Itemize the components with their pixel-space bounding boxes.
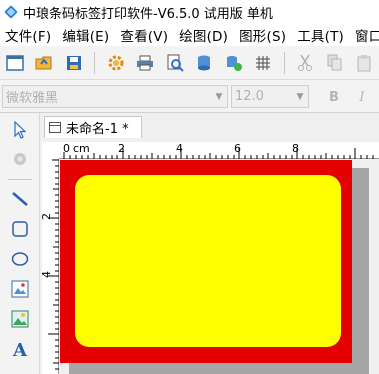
- save-icon[interactable]: [59, 50, 88, 76]
- document-icon: [49, 122, 61, 133]
- chevron-down-icon[interactable]: ▼: [292, 86, 308, 107]
- database-settings-icon[interactable]: [219, 50, 248, 76]
- italic-button[interactable]: I: [352, 87, 372, 107]
- toolbar-separator: [94, 51, 96, 74]
- database-icon[interactable]: [190, 50, 219, 76]
- ruler-corner: [42, 142, 59, 159]
- settings-gear-icon[interactable]: [101, 50, 130, 76]
- toolbar-separator: [283, 51, 285, 74]
- text-icon[interactable]: A: [7, 337, 33, 363]
- chevron-down-icon[interactable]: ▼: [211, 86, 227, 107]
- copy-icon[interactable]: [320, 50, 349, 76]
- menu-view[interactable]: 查看(V): [115, 25, 174, 45]
- ruler-unit: cm: [73, 142, 90, 155]
- title-bar: 中琅条码标签打印软件-V6.5.0 试用版 单机: [0, 0, 379, 24]
- menu-bar: 文件(F) 编辑(E) 查看(V) 绘图(D) 图形(S) 工具(T) 窗口: [0, 24, 379, 46]
- image-icon[interactable]: [7, 276, 33, 302]
- menu-window[interactable]: 窗口: [350, 25, 379, 45]
- print-preview-icon[interactable]: [160, 50, 189, 76]
- main-toolbar: [0, 46, 379, 80]
- line-icon[interactable]: [7, 186, 33, 212]
- rounded-rectangle-shape[interactable]: [75, 175, 341, 347]
- tools-separator: [8, 179, 32, 180]
- ruler-label-4: 4: [176, 142, 183, 155]
- picture-icon[interactable]: [7, 306, 33, 332]
- ruler-label-2: 2: [118, 142, 125, 155]
- menu-file[interactable]: 文件(F): [0, 25, 57, 45]
- ruler-label-8: 8: [292, 142, 299, 155]
- window-title: 中琅条码标签打印软件-V6.5.0 试用版 单机: [23, 6, 273, 22]
- ruler-label-left-4: 4: [40, 271, 53, 278]
- open-icon[interactable]: [29, 50, 58, 76]
- cut-icon[interactable]: [291, 50, 320, 76]
- font-family-select[interactable]: 微软雅黑 ▼: [2, 85, 228, 108]
- ellipse-icon[interactable]: [7, 246, 33, 272]
- font-toolbar: 微软雅黑 ▼ 12.0 ▼ B I: [0, 80, 379, 113]
- bold-button[interactable]: B: [324, 87, 344, 107]
- font-size-select[interactable]: 12.0 ▼: [231, 85, 309, 108]
- ruler-label-left-2: 2: [40, 213, 53, 220]
- drawing-tools-panel: A: [0, 113, 40, 374]
- grid-icon[interactable]: [248, 50, 277, 76]
- menu-draw[interactable]: 绘图(D): [174, 25, 234, 45]
- menu-shape[interactable]: 图形(S): [234, 25, 292, 45]
- app-logo-icon: [4, 5, 18, 19]
- print-icon[interactable]: [131, 50, 160, 76]
- new-icon[interactable]: [0, 50, 29, 76]
- vertical-ruler: 2 4: [40, 159, 59, 374]
- ruler-label-6: 6: [234, 142, 241, 155]
- menu-tools[interactable]: 工具(T): [292, 25, 350, 45]
- pan-icon[interactable]: [7, 146, 33, 172]
- font-size-value: 12.0: [235, 89, 264, 104]
- document-tab-label: 未命名-1 *: [66, 122, 129, 137]
- rounded-rect-icon[interactable]: [7, 216, 33, 242]
- menu-edit[interactable]: 编辑(E): [57, 25, 115, 45]
- horizontal-ruler: 0 cm 2 4 6 8: [42, 142, 379, 159]
- select-arrow-icon[interactable]: [7, 117, 33, 143]
- font-family-value: 微软雅黑: [6, 91, 59, 106]
- ruler-label-0: 0: [63, 142, 70, 155]
- design-canvas[interactable]: [60, 160, 379, 374]
- paste-icon[interactable]: [350, 50, 379, 76]
- document-tab[interactable]: 未命名-1 *: [44, 116, 142, 138]
